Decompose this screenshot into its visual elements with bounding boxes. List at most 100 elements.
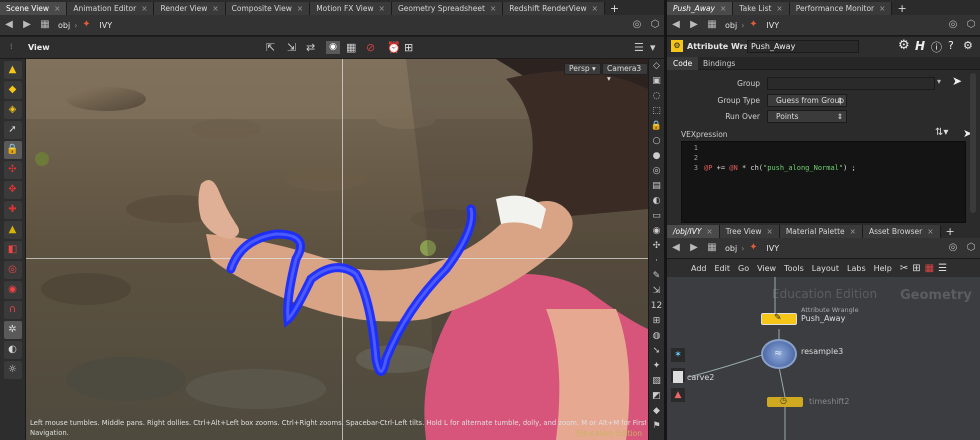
menu-help[interactable]: Help <box>874 264 892 273</box>
tab-material-palette[interactable]: Material Palette × <box>779 225 863 238</box>
flag-icon[interactable]: ⚑ <box>649 419 664 434</box>
vex-code-editor[interactable]: 1 2 3 @P += @N * ch("push_along_Normal")… <box>681 141 966 223</box>
snap-prim-icon[interactable]: ◎ <box>3 261 22 279</box>
rotate-tool-icon[interactable]: ✥ <box>3 181 22 199</box>
camera-view-icon[interactable]: ◉ <box>326 41 340 54</box>
safe-area-icon[interactable]: ▭ <box>649 209 664 224</box>
group-select-arrow-icon[interactable]: ➤ <box>952 74 962 88</box>
handle-tool-icon[interactable]: ◈ <box>3 101 22 119</box>
code-text[interactable]: @P += @N * ch("push_along_Normal") ; <box>704 142 962 233</box>
tab-render-view[interactable]: Render View × <box>154 2 226 15</box>
add-net-tab-icon[interactable]: + <box>941 225 960 238</box>
snap-icon[interactable]: ✣ <box>649 239 664 254</box>
menu-layout[interactable]: Layout <box>812 264 839 273</box>
select-pattern-icon[interactable]: ⇲ <box>287 41 296 54</box>
menu-tools[interactable]: Tools <box>784 264 804 273</box>
param-link-icon[interactable]: ⬡ <box>964 18 978 32</box>
lock-icon[interactable]: 🔒 <box>3 141 22 159</box>
dot-icon[interactable]: · <box>649 254 664 269</box>
tab-code[interactable]: Code <box>667 57 699 70</box>
snap-point-icon[interactable]: ◉ <box>3 281 22 299</box>
link-icon[interactable]: ⬡ <box>648 18 662 32</box>
vex-tools-icon[interactable]: ⇅▾ <box>935 127 948 138</box>
wrench-icon[interactable]: ✂ <box>900 263 908 274</box>
light-tool-icon[interactable]: ☼ <box>3 361 22 379</box>
tab-bindings[interactable]: Bindings <box>697 57 741 70</box>
ghost-icon[interactable]: ◌ <box>649 89 664 104</box>
tab-asset-browser[interactable]: Asset Browser × <box>862 225 941 238</box>
menu-view[interactable]: View <box>757 264 776 273</box>
scale-tool-icon[interactable]: ✣ <box>3 161 22 179</box>
select-tool-icon[interactable]: ▲ <box>3 61 22 79</box>
persp-menu[interactable]: Persp ▾ <box>564 63 601 75</box>
param-pin-icon[interactable]: ◎ <box>946 18 960 32</box>
edit-icon[interactable]: ✎ <box>649 269 664 284</box>
list-icon[interactable]: ☰ <box>938 263 947 274</box>
pose-tool-icon[interactable]: ▲ <box>3 221 22 239</box>
node-timeshift2[interactable]: ◷ <box>767 396 803 407</box>
grid-toggle-icon[interactable]: ▦ <box>346 41 356 54</box>
bg-icon[interactable]: ▤ <box>649 179 664 194</box>
pointer-icon[interactable]: ➚ <box>3 121 22 139</box>
menu-go[interactable]: Go <box>738 264 749 273</box>
param-path-node[interactable]: IVY <box>766 21 779 30</box>
sphere-icon[interactable]: ◍ <box>649 329 664 344</box>
node-resample3[interactable]: ≈ <box>761 339 797 369</box>
normal-display-icon[interactable]: ◎ <box>649 164 664 179</box>
more-icon[interactable]: ⚙ <box>963 39 973 52</box>
number-icon[interactable]: 12 <box>649 299 664 314</box>
tab-tree-view[interactable]: Tree View × <box>719 225 780 238</box>
node-carve2[interactable] <box>673 371 683 383</box>
persp-icon[interactable]: ◇ <box>649 59 664 74</box>
pin-handle-icon[interactable]: ✦ <box>649 359 664 374</box>
shadow-icon[interactable]: ◩ <box>649 389 664 404</box>
pivot-icon[interactable]: ✲ <box>3 321 22 339</box>
net-pin-icon[interactable]: ◎ <box>946 241 960 255</box>
transform-tool-icon[interactable]: ◆ <box>3 81 22 99</box>
help-icon[interactable]: ? <box>948 39 954 52</box>
shading-icon[interactable]: ▣ <box>649 74 664 89</box>
forward-icon[interactable]: ▶ <box>20 18 34 32</box>
align-icon[interactable]: ⇄ <box>306 41 315 54</box>
node-push-away[interactable]: ✎ <box>761 313 797 325</box>
tab-scene-view[interactable]: Scene View × <box>0 2 68 15</box>
display-options-icon[interactable]: ☰ <box>634 41 644 54</box>
light-icon[interactable]: ○ <box>649 134 664 149</box>
layout-grid-icon[interactable]: ⊞ <box>912 263 920 274</box>
network-canvas[interactable]: ✶ ➚ ▲ Education Edition Geometry ✎ Attri… <box>667 277 980 440</box>
menu-edit[interactable]: Edit <box>715 264 731 273</box>
path-obj[interactable]: obj <box>58 21 70 30</box>
param-scrollbar[interactable] <box>970 73 976 213</box>
tab-geometry-spreadsheet[interactable]: Geometry Spreadsheet × <box>391 2 504 15</box>
menu-labs[interactable]: Labs <box>847 264 866 273</box>
path-node[interactable]: IVY <box>99 21 112 30</box>
help-h-icon[interactable]: H <box>915 39 925 53</box>
scale-icon[interactable]: ⇲ <box>649 284 664 299</box>
add-right-tab-icon[interactable]: + <box>892 2 911 15</box>
arrow-icon[interactable]: ➘ <box>649 344 664 359</box>
handle-icon[interactable]: ⁞ <box>10 42 13 51</box>
tab-animation-editor[interactable]: Animation Editor × <box>67 2 155 15</box>
net-back-icon[interactable]: ◀ <box>669 241 683 255</box>
render-region-icon[interactable]: ⊞ <box>404 41 413 54</box>
group-field[interactable] <box>767 77 935 90</box>
camera-display-icon[interactable]: ◐ <box>649 194 664 209</box>
back-icon[interactable]: ◀ <box>2 18 16 32</box>
param-back-icon[interactable]: ◀ <box>669 18 683 32</box>
color-palette-icon[interactable]: ▦ <box>925 263 934 274</box>
tab-push-away[interactable]: Push_Away × <box>667 2 734 15</box>
texture-icon[interactable]: ▧ <box>649 374 664 389</box>
record-icon[interactable]: ⊘ <box>366 41 375 54</box>
tab-performance-monitor[interactable]: Performance Monitor × <box>789 2 893 15</box>
move-tool-icon[interactable]: ✚ <box>3 201 22 219</box>
add-tab-icon[interactable]: + <box>605 2 624 15</box>
lock-camera-icon[interactable]: 🔒 <box>649 119 664 134</box>
net-path-node[interactable]: IVY <box>766 244 779 253</box>
ivy-curve[interactable] <box>26 59 648 440</box>
snap-grid-icon[interactable]: ◧ <box>3 241 22 259</box>
gear-icon[interactable]: ⚙ <box>898 38 910 53</box>
menu-add[interactable]: Add <box>691 264 707 273</box>
group-icon[interactable]: ⊞ <box>649 314 664 329</box>
magnet-icon[interactable]: ∩ <box>3 301 22 319</box>
node-name-field[interactable]: Push_Away <box>747 40 859 53</box>
